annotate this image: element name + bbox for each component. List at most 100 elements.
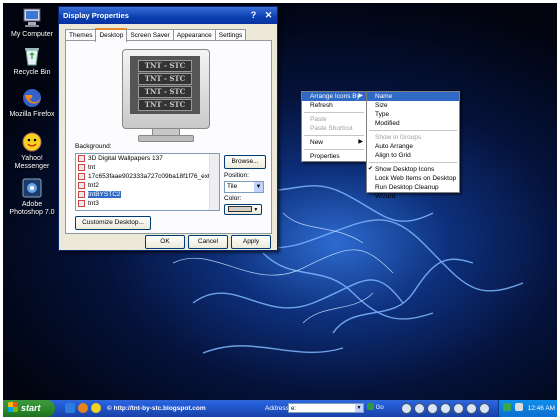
monitor-base — [138, 135, 194, 142]
volume-icon[interactable] — [514, 403, 523, 411]
image-file-icon — [78, 155, 85, 162]
firefox-icon — [21, 87, 43, 109]
address-input[interactable]: e: ▼ — [288, 403, 364, 413]
desktop-icon-label: Yahoo! Messenger — [14, 155, 50, 170]
address-label: Address — [265, 405, 289, 412]
desktop-icon-firefox[interactable]: Mozilla Firefox — [7, 87, 57, 119]
copyright-text: © http://tnt-by-stc.blogspot.com — [107, 405, 206, 412]
menu-item-lock-web-items[interactable]: Lock Web Items on Desktop — [367, 174, 459, 183]
desktop-tab-panel: TNT - STC TNT - STC TNT - STC TNT - STC … — [65, 40, 272, 234]
color-label: Color: — [224, 195, 242, 202]
preview-screen: TNT - STC TNT - STC TNT - STC TNT - STC — [130, 56, 200, 114]
computer-icon — [21, 7, 43, 29]
chevron-down-icon: ▼ — [253, 207, 259, 213]
recycle-bin-icon — [21, 45, 43, 67]
desktop-context-menu: Arrange Icons By ▶ Refresh Paste Paste Sh… — [301, 91, 367, 162]
system-tray: 12:46 AM — [498, 400, 557, 417]
firefox-quicklaunch-icon[interactable] — [78, 403, 88, 413]
go-button[interactable]: Go — [367, 403, 389, 413]
start-button[interactable]: start — [3, 400, 55, 417]
cancel-button[interactable]: Cancel — [188, 235, 228, 249]
desktop-icon-my-computer[interactable]: My Computer — [7, 7, 57, 39]
menu-item-align-to-grid[interactable]: Align to Grid — [367, 151, 459, 160]
list-item[interactable]: 17c653faae902333a727c09ba18f1f76_extra_a… — [76, 172, 219, 181]
menu-item-show-in-groups: Show in Groups — [375, 134, 422, 141]
apply-button[interactable]: Apply — [231, 235, 271, 249]
tab-desktop[interactable]: Desktop — [95, 28, 128, 42]
position-value: Tile — [227, 183, 238, 190]
clock[interactable]: 12:46 AM — [528, 405, 555, 412]
menu-separator — [304, 149, 364, 150]
menu-item-new[interactable]: New ▶ — [302, 138, 366, 147]
media-play-icon[interactable] — [414, 403, 425, 414]
preview-tile-text: TNT - STC — [138, 60, 192, 72]
media-prev-icon[interactable] — [401, 403, 412, 414]
customize-desktop-button[interactable]: Customize Desktop... — [75, 216, 151, 230]
close-button[interactable]: ✕ — [262, 9, 275, 22]
menu-item-paste-shortcut: Paste Shortcut — [310, 125, 353, 132]
desktop[interactable]: My Computer Recycle Bin Mozilla Firefox … — [3, 3, 557, 417]
menu-item-name[interactable]: Name — [367, 92, 459, 101]
browse-button[interactable]: Browse... — [224, 155, 266, 169]
desktop-icon-yahoo-messenger[interactable]: Yahoo! Messenger — [7, 131, 57, 171]
menu-item-refresh[interactable]: Refresh — [302, 101, 366, 110]
chevron-down-icon: ▼ — [254, 182, 263, 192]
media-next-icon[interactable] — [453, 403, 464, 414]
list-item[interactable]: 3D Digital Wallpapers 137 — [76, 154, 219, 163]
menu-item-show-desktop-icons[interactable]: ✔ Show Desktop Icons — [367, 165, 459, 174]
help-button[interactable]: ? — [247, 9, 260, 22]
background-list[interactable]: 3D Digital Wallpapers 137 tnt 17c653faae… — [75, 153, 220, 211]
menu-separator — [369, 130, 457, 131]
menu-item-type[interactable]: Type — [367, 110, 459, 119]
desktop-icon-label: Adobe Photoshop 7.0 — [9, 201, 55, 216]
media-toolbar — [401, 403, 497, 414]
image-file-icon — [78, 182, 85, 189]
messenger-quicklaunch-icon[interactable] — [91, 403, 101, 413]
address-value: e: — [291, 406, 297, 412]
image-file-icon — [78, 164, 85, 171]
media-mute-icon[interactable] — [466, 403, 477, 414]
media-stop-icon[interactable] — [440, 403, 451, 414]
image-file-icon — [78, 191, 85, 198]
dialog-title-bar[interactable]: Display Properties ? ✕ — [59, 7, 277, 24]
desktop-icon-label: Mozilla Firefox — [9, 111, 55, 118]
ok-button[interactable]: OK — [145, 235, 185, 249]
menu-separator — [369, 162, 457, 163]
menu-item-auto-arrange[interactable]: Auto Arrange — [367, 142, 459, 151]
media-volume-icon[interactable] — [479, 403, 490, 414]
show-desktop-icon[interactable] — [65, 403, 75, 413]
menu-item-properties[interactable]: Properties — [302, 152, 366, 161]
network-icon[interactable] — [503, 403, 511, 411]
menu-item-arrange-icons-by[interactable]: Arrange Icons By ▶ — [302, 92, 366, 101]
background-label: Background: — [75, 143, 112, 150]
menu-separator — [304, 112, 364, 113]
position-select[interactable]: Tile ▼ — [224, 181, 264, 193]
desktop-icon-label: My Computer — [10, 31, 53, 38]
list-item[interactable]: tnt3 — [76, 199, 219, 208]
menu-item-size[interactable]: Size — [367, 101, 459, 110]
list-item[interactable]: tnt — [76, 163, 219, 172]
preview-tile-text: TNT - STC — [138, 99, 192, 111]
desktop-icon-recycle-bin[interactable]: Recycle Bin — [7, 45, 57, 77]
menu-item-desktop-cleanup-wizard[interactable]: Run Desktop Cleanup Wizard — [367, 183, 459, 200]
checkmark-icon: ✔ — [368, 166, 374, 172]
yahoo-messenger-icon — [21, 131, 43, 153]
list-item[interactable]: tnt2 — [76, 181, 219, 190]
submenu-arrow-icon: ▶ — [358, 93, 363, 99]
desktop-icon-photoshop[interactable]: Adobe Photoshop 7.0 — [7, 177, 57, 217]
menu-item-modified[interactable]: Modified — [367, 119, 459, 128]
taskbar: start © http://tnt-by-stc.blogspot.com A… — [3, 400, 557, 417]
tab-bar: Themes Desktop Screen Saver Appearance S… — [65, 28, 247, 42]
monitor-preview: TNT - STC TNT - STC TNT - STC TNT - STC — [122, 49, 210, 129]
go-arrow-icon — [367, 403, 374, 410]
position-label: Position: — [224, 172, 249, 179]
list-item-selected[interactable]: tntBYSTC2 — [76, 190, 219, 199]
submenu-arrow-icon: ▶ — [358, 139, 363, 145]
desktop-icon-label: Recycle Bin — [13, 69, 51, 76]
color-picker-button[interactable]: ▼ — [224, 204, 262, 215]
dialog-title: Display Properties — [63, 11, 129, 20]
media-pause-icon[interactable] — [427, 403, 438, 414]
list-scrollbar[interactable] — [209, 154, 219, 210]
image-file-icon — [78, 173, 85, 180]
preview-tile-text: TNT - STC — [138, 86, 192, 98]
